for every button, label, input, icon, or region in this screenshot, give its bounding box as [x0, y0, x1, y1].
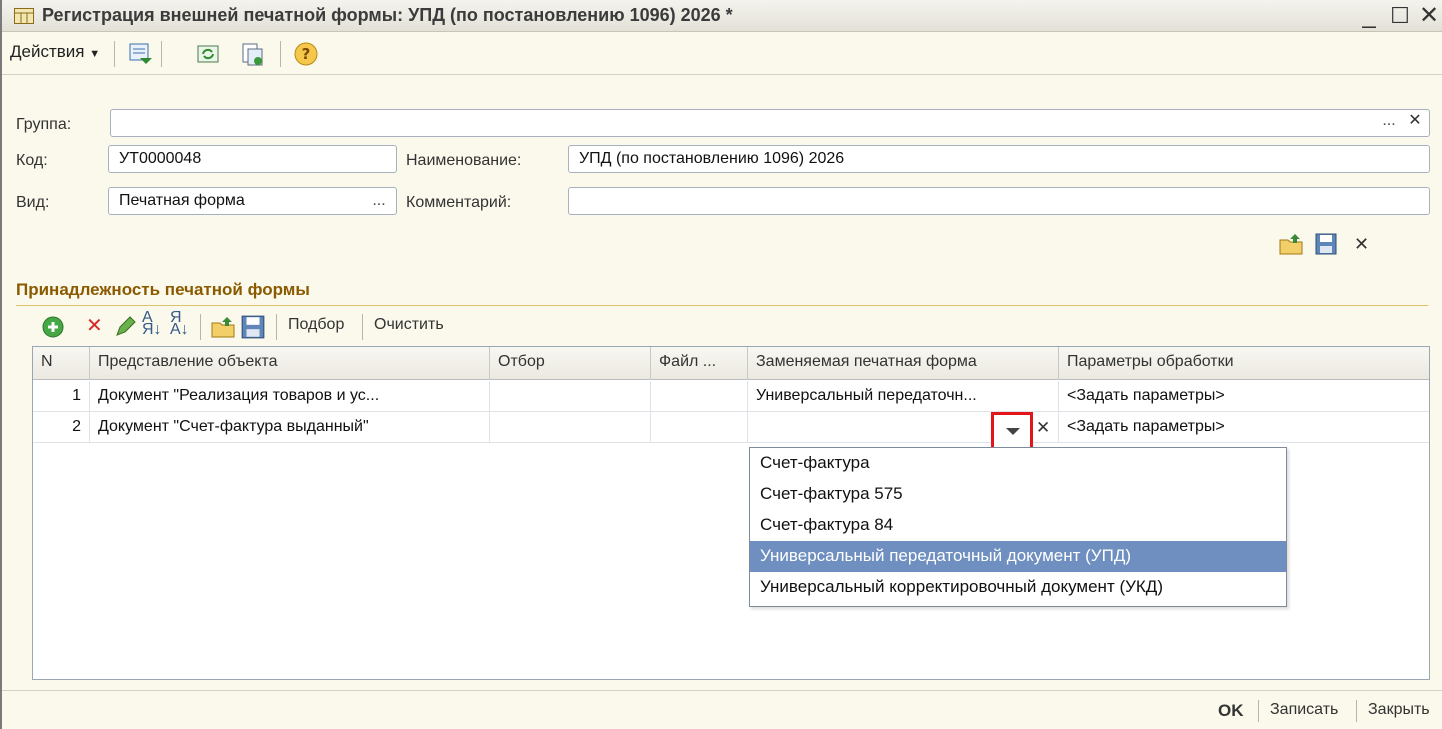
chevron-down-icon [1006, 428, 1020, 435]
group-field[interactable] [110, 109, 1430, 137]
main-toolbar: Действия ▼ ? [2, 33, 1442, 75]
comment-label: Комментарий: [406, 194, 512, 211]
chevron-down-icon: ▼ [89, 48, 101, 60]
load-file-icon[interactable] [210, 314, 236, 340]
save-file-icon[interactable] [240, 314, 266, 340]
cell-replaced-form[interactable]: Универсальный передаточн... [748, 381, 1059, 412]
help-icon[interactable]: ? [292, 40, 320, 68]
kind-label: Вид: [16, 194, 50, 211]
table-row[interactable]: 1 Документ "Реализация товаров и ус... У… [33, 381, 1429, 412]
column-header-params[interactable]: Параметры обработки [1059, 347, 1429, 380]
column-header-filter[interactable]: Отбор [490, 347, 651, 380]
footer-bar: OK Записать Закрыть [2, 690, 1442, 729]
refresh-icon[interactable] [194, 40, 222, 68]
code-field[interactable]: УТ0000048 [108, 145, 397, 173]
svg-text:?: ? [302, 45, 311, 63]
clear-value-icon[interactable]: ✕ [1036, 418, 1050, 438]
name-field[interactable]: УПД (по постановлению 1096) 2026 [568, 145, 1430, 173]
section-divider [16, 305, 1428, 306]
toolbar-divider [114, 41, 115, 67]
comment-field[interactable] [568, 187, 1430, 215]
section-title: Принадлежность печатной формы [16, 280, 310, 299]
table-form-icon [14, 8, 34, 24]
cell-file[interactable] [651, 381, 748, 412]
edit-row-icon[interactable] [112, 314, 138, 340]
code-label: Код: [16, 152, 48, 169]
sort-descending-icon[interactable]: Я А↓ [170, 310, 189, 338]
cell-n: 2 [33, 412, 90, 443]
cell-file[interactable] [651, 412, 748, 443]
toolbar-divider [161, 41, 162, 67]
toolbar-divider [280, 41, 281, 67]
close-button[interactable]: Закрыть [1368, 701, 1430, 719]
table-header: N Представление объекта Отбор Файл ... З… [33, 347, 1429, 380]
clear-file-icon[interactable]: ✕ [1354, 234, 1369, 255]
table-row[interactable]: 2 Документ "Счет-фактура выданный" <Зада… [33, 412, 1429, 443]
kind-select-button[interactable]: ... [368, 191, 390, 215]
maximize-button[interactable]: ☐ [1385, 2, 1415, 30]
toolbar-divider [200, 314, 201, 340]
dropdown-open-button[interactable] [991, 412, 1033, 450]
dropdown-option[interactable]: Счет-фактура 84 [750, 510, 1286, 541]
toolbar-divider [276, 314, 277, 340]
minimize-button[interactable]: _ [1354, 2, 1384, 30]
toolbar-divider [362, 314, 363, 340]
group-label: Группа: [16, 116, 72, 133]
cell-params[interactable]: <Задать параметры> [1059, 412, 1429, 443]
cell-filter[interactable] [490, 412, 651, 443]
add-row-icon[interactable] [40, 314, 66, 340]
title-bar[interactable]: Регистрация внешней печатной формы: УПД … [2, 0, 1442, 32]
window-title: Регистрация внешней печатной формы: УПД … [42, 5, 733, 25]
load-file-icon[interactable] [1278, 232, 1304, 256]
column-header-n[interactable]: N [33, 347, 90, 380]
column-header-file[interactable]: Файл ... [651, 347, 748, 380]
kind-field[interactable]: Печатная форма [108, 187, 397, 215]
footer-divider [1258, 700, 1259, 722]
group-clear-icon[interactable]: ✕ [1404, 111, 1426, 135]
save-button[interactable]: Записать [1270, 701, 1338, 719]
copy-document-icon[interactable] [238, 40, 266, 68]
clear-button[interactable]: Очистить [374, 316, 444, 334]
sort-ascending-icon[interactable]: А Я↓ [142, 310, 162, 338]
cell-params[interactable]: <Задать параметры> [1059, 381, 1429, 412]
save-file-icon[interactable] [1314, 232, 1338, 256]
name-label: Наименование: [406, 152, 522, 169]
delete-row-icon[interactable]: ✕ [86, 313, 103, 338]
save-close-icon[interactable] [126, 40, 154, 68]
select-button[interactable]: Подбор [288, 316, 344, 334]
close-window-button[interactable]: ✕ [1414, 2, 1442, 30]
column-header-replaced-form[interactable]: Заменяемая печатная форма [748, 347, 1059, 380]
actions-menu-label: Действия [10, 42, 85, 61]
cell-filter[interactable] [490, 381, 651, 412]
column-header-object[interactable]: Представление объекта [90, 347, 490, 380]
ok-button[interactable]: OK [1218, 701, 1244, 721]
actions-menu-button[interactable]: Действия ▼ [10, 42, 100, 62]
dropdown-option-selected[interactable]: Универсальный передаточный документ (УПД… [750, 541, 1286, 572]
group-select-button[interactable]: ... [1378, 111, 1400, 135]
registration-window: Регистрация внешней печатной формы: УПД … [0, 0, 1442, 729]
cell-object[interactable]: Документ "Счет-фактура выданный" [90, 412, 490, 443]
dropdown-option[interactable]: Счет-фактура 575 [750, 479, 1286, 510]
dropdown-option[interactable]: Универсальный корректировочный документ … [750, 572, 1286, 603]
cell-n: 1 [33, 381, 90, 412]
footer-divider [1356, 700, 1357, 722]
replaced-form-dropdown-list: Счет-фактура Счет-фактура 575 Счет-факту… [749, 447, 1287, 607]
dropdown-option[interactable]: Счет-фактура [750, 448, 1286, 479]
cell-object[interactable]: Документ "Реализация товаров и ус... [90, 381, 490, 412]
